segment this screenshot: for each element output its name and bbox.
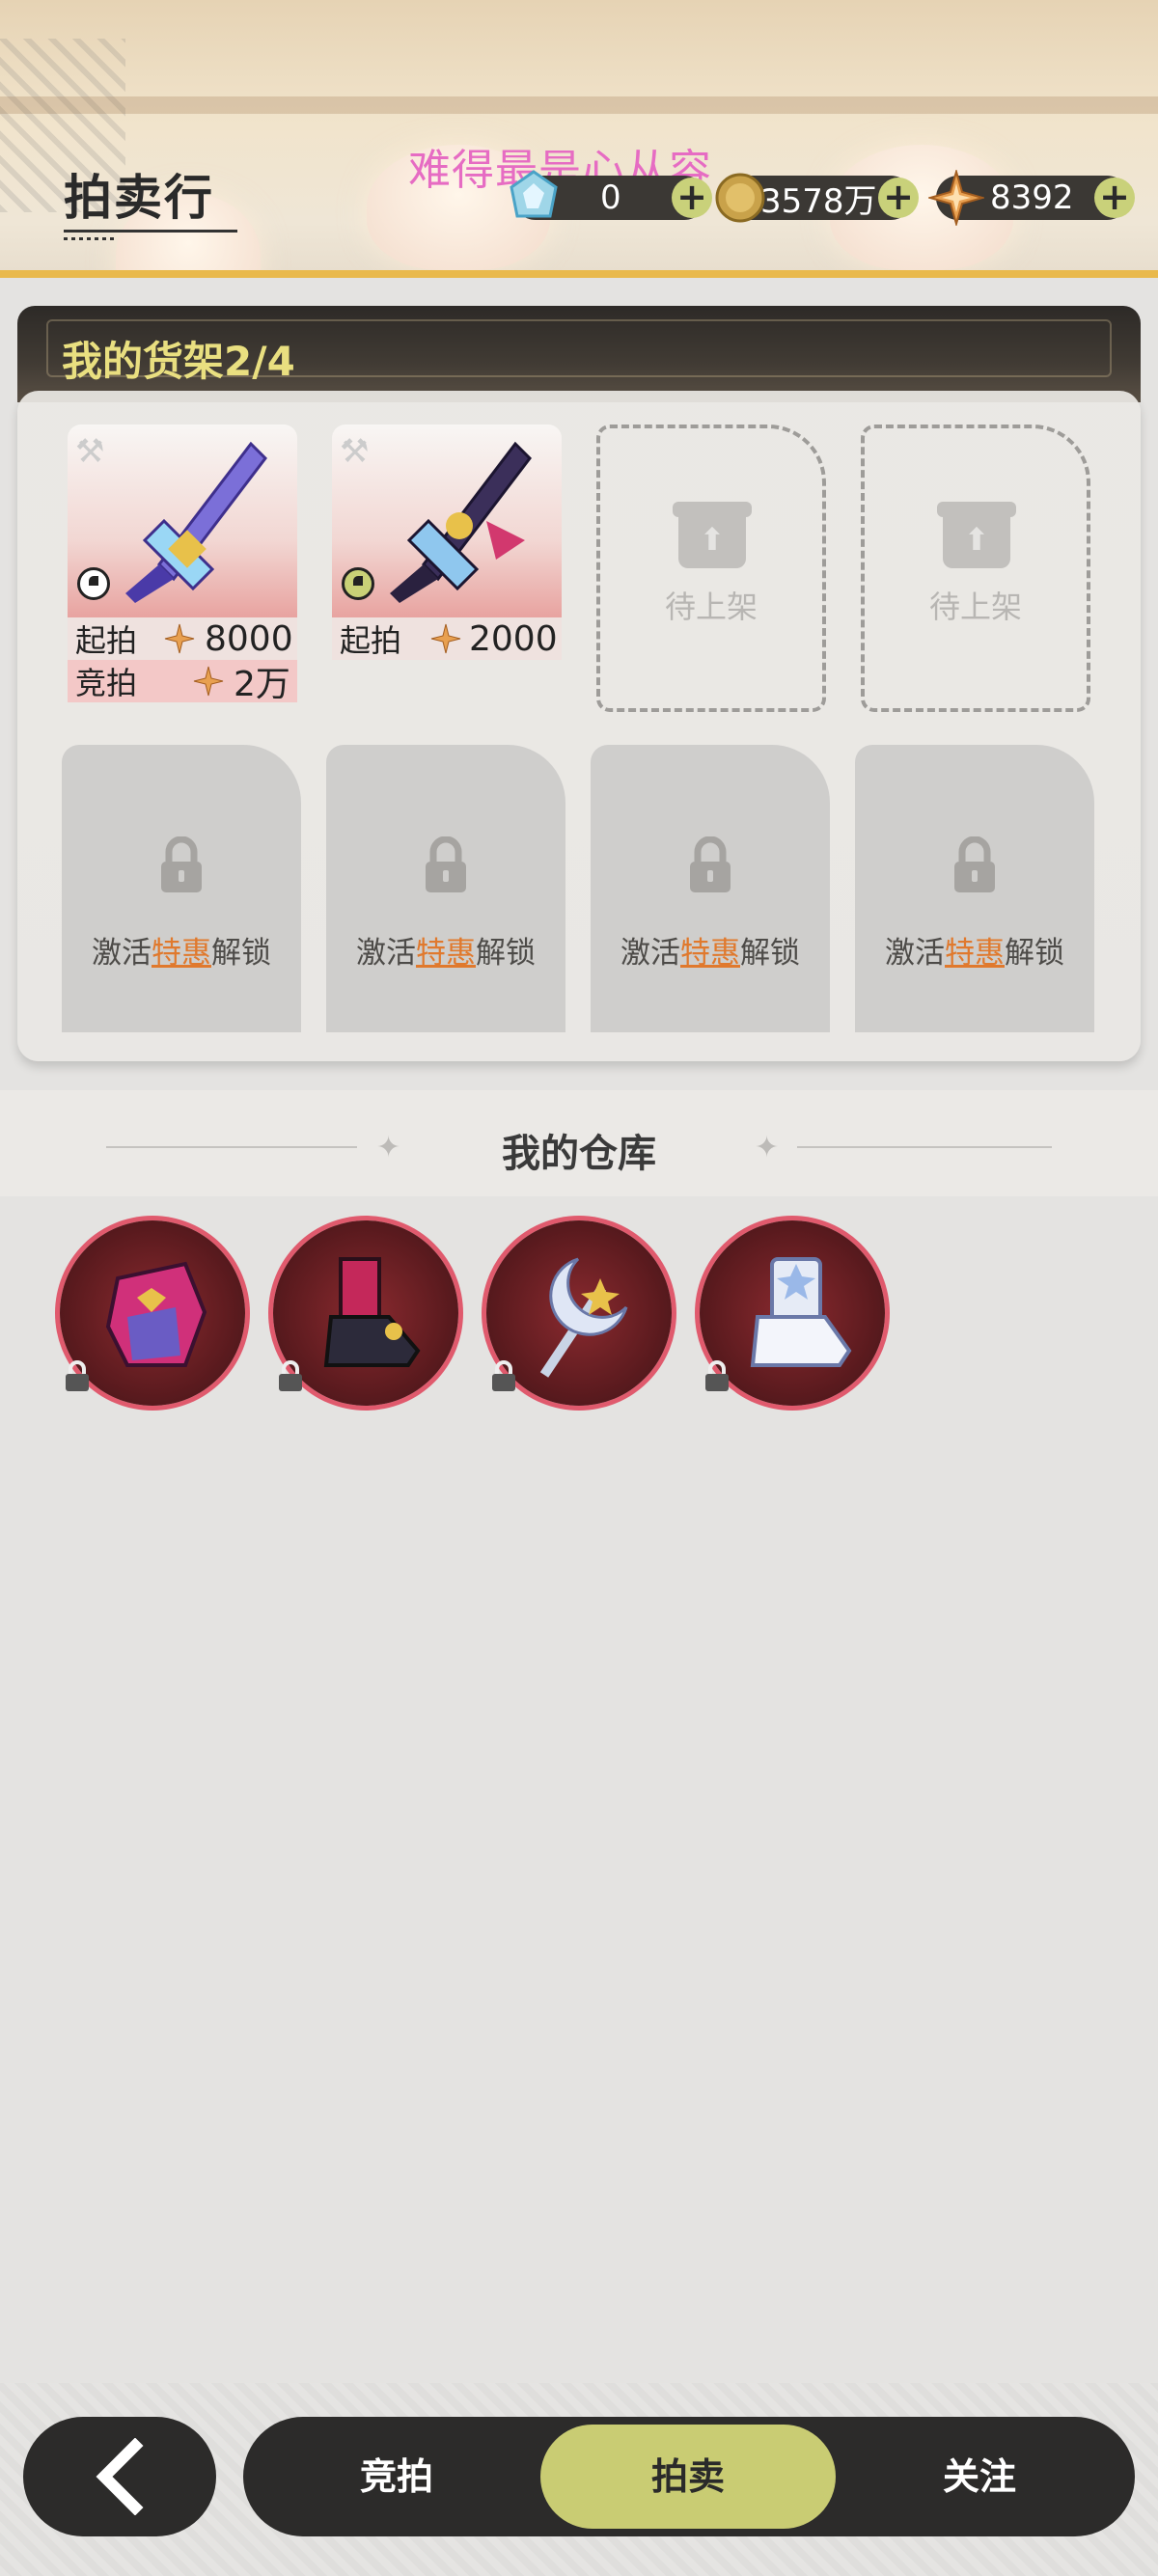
upload-box-icon — [937, 502, 1016, 568]
header-divider — [0, 270, 1158, 278]
add-crystal-button[interactable]: + — [672, 178, 712, 218]
tab-bidding[interactable]: 竞拍 — [249, 2425, 544, 2529]
unlock-hint-post: 解锁 — [476, 936, 536, 971]
page-title: 拍卖行 — [64, 170, 214, 226]
start-price-value: 8000 — [205, 618, 293, 659]
timer-icon — [77, 567, 110, 600]
warehouse-item[interactable] — [273, 1220, 458, 1406]
unlock-hint-post: 解锁 — [211, 936, 271, 971]
item-image: ⚒ — [68, 425, 297, 617]
sword-purple-icon — [125, 441, 267, 603]
unlock-hint: 激活特惠解锁 — [591, 928, 830, 972]
lock-icon — [954, 836, 995, 892]
unlock-hint-pre: 激活 — [885, 936, 945, 971]
sparkle-icon: ✦ — [755, 1131, 780, 1165]
lock-icon — [161, 836, 202, 892]
title-underline — [64, 230, 237, 233]
empty-slot-label: 待上架 — [664, 589, 758, 625]
start-price-value: 2000 — [469, 618, 558, 659]
unlock-hint-pre: 激活 — [620, 936, 680, 971]
lock-icon — [66, 1360, 89, 1391]
special-offer-link[interactable]: 特惠 — [152, 936, 211, 971]
sword-dark-icon — [390, 441, 532, 603]
unlock-hint-post: 解锁 — [740, 936, 800, 971]
lock-icon — [705, 1360, 729, 1391]
empty-shelf-slot[interactable]: 待上架 — [596, 425, 826, 712]
shelf-item[interactable]: ⚒ 起拍 2000 — [332, 425, 562, 660]
gold-value: 3578万 — [760, 181, 877, 221]
back-button[interactable] — [23, 2417, 216, 2536]
empty-shelf-slot[interactable]: 待上架 — [861, 425, 1090, 712]
start-price-label: 起拍 — [75, 622, 138, 659]
crystal-value: 0 — [600, 178, 621, 217]
resource-gold: 3578万 + — [715, 173, 919, 223]
crystal-icon — [510, 170, 558, 218]
bid-price-label: 竞拍 — [75, 665, 138, 701]
bid-price-row: 竞拍 2万 — [68, 660, 297, 704]
warehouse-title: 我的仓库 — [502, 1132, 656, 1176]
timer-icon — [342, 567, 374, 600]
header-beam — [0, 96, 1158, 114]
warehouse-item[interactable] — [486, 1220, 672, 1406]
warehouse-item[interactable] — [60, 1220, 245, 1406]
add-gold-button[interactable]: + — [878, 178, 919, 218]
bid-price-value: 2万 — [234, 665, 290, 704]
lock-icon — [426, 836, 466, 892]
shelf-header: 我的货架2/4 — [17, 306, 1141, 402]
shelf-item[interactable]: ⚒ 起拍 8000 竞拍 2万 — [68, 425, 297, 704]
start-price-row: 起拍 8000 — [68, 617, 297, 660]
star-gem-icon — [928, 170, 984, 226]
unlock-hint: 激活特惠解锁 — [326, 928, 565, 972]
tab-following[interactable]: 关注 — [832, 2425, 1127, 2529]
title-dots — [64, 237, 114, 240]
lock-icon — [279, 1360, 302, 1391]
locked-shelf-slot[interactable]: 激活特惠解锁 — [855, 745, 1094, 1032]
unlock-hint-pre: 激活 — [92, 936, 152, 971]
add-star-gem-button[interactable]: + — [1094, 178, 1135, 218]
star-gem-value: 8392 — [990, 178, 1074, 217]
star-gem-icon — [193, 666, 224, 697]
unlock-hint-pre: 激活 — [356, 936, 416, 971]
lock-icon — [690, 836, 731, 892]
resource-crystal: 0 + — [510, 170, 712, 220]
chevron-left-icon — [96, 2437, 144, 2516]
lock-icon — [492, 1360, 515, 1391]
special-offer-link[interactable]: 特惠 — [680, 936, 740, 971]
start-price-row: 起拍 2000 — [332, 617, 562, 660]
tab-auction[interactable]: 拍卖 — [540, 2425, 836, 2529]
special-offer-link[interactable]: 特惠 — [416, 936, 476, 971]
locked-shelf-slot[interactable]: 激活特惠解锁 — [326, 745, 565, 1032]
upload-box-icon — [673, 502, 752, 568]
divider-line — [797, 1146, 1052, 1148]
start-price-label: 起拍 — [340, 622, 402, 659]
warehouse-item[interactable] — [700, 1220, 885, 1406]
empty-slot-label: 待上架 — [928, 589, 1022, 625]
shelf-title: 我的货架2/4 — [62, 338, 295, 385]
star-gem-icon — [430, 623, 461, 654]
unlock-hint-post: 解锁 — [1005, 936, 1064, 971]
unlock-hint: 激活特惠解锁 — [62, 928, 301, 972]
item-image: ⚒ — [332, 425, 562, 617]
resource-star-gem: 8392 + — [928, 170, 1135, 226]
locked-shelf-slot[interactable]: 激活特惠解锁 — [591, 745, 830, 1032]
locked-shelf-slot[interactable]: 激活特惠解锁 — [62, 745, 301, 1032]
star-gem-icon — [164, 623, 195, 654]
special-offer-link[interactable]: 特惠 — [945, 936, 1005, 971]
unlock-hint: 激活特惠解锁 — [855, 928, 1094, 972]
